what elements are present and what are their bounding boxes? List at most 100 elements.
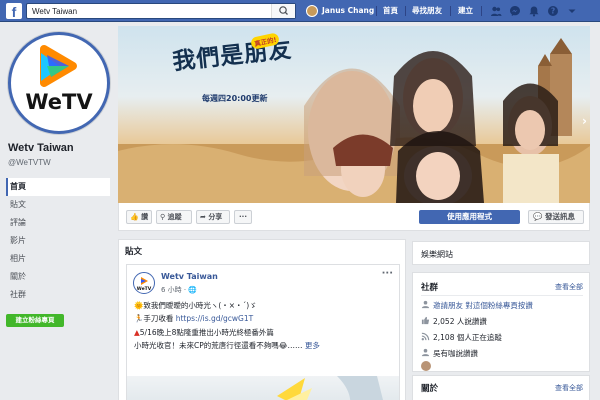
thumbs-up-icon	[421, 316, 430, 325]
chevron-right-icon[interactable]: ›	[582, 114, 587, 128]
notifications-bell-icon[interactable]	[528, 5, 540, 17]
globe-icon: 🌐	[188, 286, 198, 294]
wetv-logo-icon: WeTV	[137, 277, 152, 292]
invite-friends-icon	[421, 300, 430, 309]
community-card: 社群 查看全部 邀請朋友 對這個粉絲專頁按讚 2,052 人說讚讚 2,108 …	[412, 272, 590, 372]
about-title: 關於	[421, 384, 439, 394]
wetv-logo-text: WeTV	[25, 90, 93, 114]
post-text-line: 小時光收官！未來CP的荒唐行徑還看不夠嗎😂…… 更多	[134, 340, 320, 351]
nav-divider	[481, 6, 482, 16]
post-link[interactable]: https://is.gd/gcwG1T	[176, 314, 254, 323]
post-text-2: 手刀收看	[143, 314, 176, 323]
community-title: 社群	[421, 283, 439, 293]
page-handle[interactable]: @WeTVTW	[8, 158, 51, 167]
send-message-label: 發送訊息	[544, 212, 575, 221]
nav-divider	[376, 6, 377, 16]
sidebar-item-photos[interactable]: 相片	[6, 250, 110, 268]
post-card: WeTV Wetv Taiwan 6 小時 · 🌐 ··· 🌞致我們曖曖的小時光…	[126, 264, 400, 400]
follow-label: 追蹤	[167, 213, 182, 221]
post-text-1: 致我們曖曖的小時光ヽ(・×・´)ゞ	[143, 301, 257, 310]
friend-requests-icon[interactable]	[490, 5, 502, 17]
likes-count-row: 2,052 人說讚讚	[421, 316, 487, 327]
post-image[interactable]	[127, 376, 399, 400]
community-see-all-link[interactable]: 查看全部	[555, 282, 583, 292]
messenger-icon[interactable]	[509, 5, 521, 17]
see-more-link[interactable]: 更多	[305, 341, 320, 350]
svg-text:?: ?	[551, 7, 555, 16]
sidebar-item-videos[interactable]: 影片	[6, 232, 110, 250]
help-icon[interactable]: ?	[547, 5, 559, 17]
friend-avatar[interactable]	[421, 361, 431, 371]
divider	[421, 295, 583, 296]
post-text-line: ▲5/16晚上8點隆重推出小時光終極番外篇	[134, 327, 274, 338]
search-button[interactable]	[271, 4, 295, 18]
running-emoji-icon: 🏃	[134, 314, 144, 323]
page-profile-picture[interactable]: WeTV	[8, 32, 110, 134]
create-page-button[interactable]: 建立粉絲專頁	[6, 314, 64, 327]
sidebar-item-community[interactable]: 社群	[6, 286, 110, 304]
post-timestamp[interactable]: 6 小時 · 🌐	[161, 285, 197, 295]
friends-icon	[421, 348, 430, 357]
rss-icon	[421, 332, 430, 341]
follows-count-text: 2,108 個人正在追蹤	[433, 333, 502, 342]
message-bubble-icon: 💬	[533, 212, 543, 221]
use-app-button[interactable]: 使用應用程式	[419, 210, 520, 224]
follow-button[interactable]: ⚲ 追蹤	[156, 210, 192, 224]
post-time-text: 6 小時	[161, 286, 182, 294]
about-card: 關於 查看全部	[412, 375, 590, 400]
share-arrow-icon: ➦	[200, 213, 206, 221]
nav-create-link[interactable]: 建立	[458, 0, 473, 22]
nav-home-link[interactable]: 首頁	[383, 0, 398, 22]
facebook-logo-icon[interactable]: f	[6, 3, 22, 20]
search-icon	[279, 6, 288, 15]
share-label: 分享	[208, 213, 223, 221]
more-options-button[interactable]: ···	[234, 210, 252, 224]
posts-heading: 貼文	[125, 247, 143, 257]
share-button[interactable]: ➦ 分享	[196, 210, 230, 224]
sidebar-item-posts[interactable]: 貼文	[6, 196, 110, 214]
nav-divider	[450, 6, 451, 16]
post-author-avatar[interactable]: WeTV	[133, 272, 155, 294]
top-navigation-bar: f Wetv Taiwan Janus Chang 首頁 尋找朋友 建立 ?	[0, 0, 600, 22]
post-options-icon[interactable]: ···	[382, 268, 393, 279]
post-text-4: 小時光收官！未來CP的荒唐行徑還看不夠嗎😂……	[134, 341, 305, 350]
post-text-line: 🏃手刀收看 https://is.gd/gcwG1T	[134, 313, 253, 324]
rss-icon: ⚲	[160, 213, 166, 221]
nav-find-friends-link[interactable]: 尋找朋友	[412, 0, 442, 22]
friend-likes-text: 吳有咖說讚讚	[433, 349, 478, 358]
page-sidebar-nav: 首頁 貼文 評論 影片 相片 關於 社群	[6, 178, 110, 304]
post-author-name[interactable]: Wetv Taiwan	[161, 272, 218, 281]
likes-count-text: 2,052 人說讚讚	[433, 317, 487, 326]
posts-section: 貼文 WeTV Wetv Taiwan 6 小時 · 🌐 ··· 🌞致我們曖曖的…	[118, 239, 406, 400]
friend-likes-row: 吳有咖說讚讚	[421, 348, 478, 359]
send-message-button[interactable]: 💬 發送訊息	[528, 210, 584, 224]
follows-count-row: 2,108 個人正在追蹤	[421, 332, 502, 343]
like-button[interactable]: 👍 讚	[126, 210, 152, 224]
invite-friends-text: 邀請朋友 對這個粉絲專頁按讚	[433, 301, 533, 310]
cover-schedule-text: 每週四20:00更新	[202, 94, 268, 103]
wetv-logo-icon: WeTV	[25, 45, 93, 114]
page-category-label[interactable]: 娛樂網站	[421, 249, 453, 260]
sidebar-item-reviews[interactable]: 評論	[6, 214, 110, 232]
post-text-line: 🌞致我們曖曖的小時光ヽ(・×・´)ゞ	[134, 300, 257, 311]
user-profile-link[interactable]: Janus Chang	[322, 0, 374, 22]
post-image-art	[277, 376, 383, 400]
post-text-3: 5/16晚上8點隆重推出小時光終極番外篇	[139, 328, 274, 337]
sun-emoji-icon: 🌞	[134, 301, 144, 310]
thumbs-up-icon: 👍	[130, 213, 139, 221]
page-action-bar: 👍 讚 ⚲ 追蹤 ➦ 分享 ··· 使用應用程式 💬 發送訊息	[118, 203, 590, 231]
search-input[interactable]: Wetv Taiwan	[32, 7, 77, 16]
like-label: 讚	[141, 213, 149, 221]
about-see-all-link[interactable]: 查看全部	[555, 383, 583, 393]
sidebar-item-home[interactable]: 首頁	[6, 178, 110, 196]
page-title[interactable]: Wetv Taiwan	[8, 142, 74, 154]
post-avatar-logo-text: WeTV	[137, 286, 152, 292]
account-menu-icon[interactable]	[566, 5, 578, 17]
nav-divider	[405, 6, 406, 16]
search-box[interactable]: Wetv Taiwan	[26, 3, 296, 19]
invite-friends-row[interactable]: 邀請朋友 對這個粉絲專頁按讚	[421, 300, 533, 311]
sidebar-item-about[interactable]: 關於	[6, 268, 110, 286]
page-category-card: 娛樂網站	[412, 241, 590, 265]
cover-photo[interactable]: 我們是朋友 真正的! 每週四20:00更新 ›	[118, 26, 590, 203]
user-avatar[interactable]	[306, 5, 318, 17]
